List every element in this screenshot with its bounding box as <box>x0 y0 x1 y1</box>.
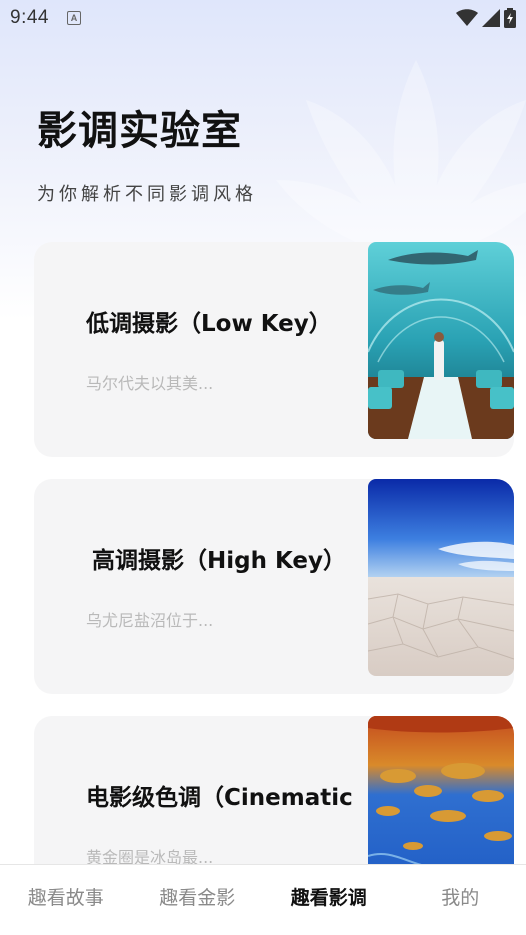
card-low-key[interactable]: 低调摄影（Low Key） 马尔代夫以其美... <box>34 242 514 457</box>
battery-charging-icon <box>504 8 516 28</box>
card-description: 马尔代夫以其美... <box>86 374 214 393</box>
underwater-restaurant-image <box>368 242 514 439</box>
page-subtitle: 为你解析不同影调风格 <box>37 184 257 205</box>
nav-tab-mine[interactable]: 我的 <box>395 883 526 910</box>
page-title: 影调实验室 <box>37 108 242 154</box>
wifi-icon <box>456 9 478 26</box>
status-bar: 9:44 A <box>0 0 526 36</box>
card-high-key[interactable]: 高调摄影（High Key） 乌尤尼盐沼位于... <box>34 479 514 694</box>
card-description: 乌尤尼盐沼位于... <box>86 611 214 630</box>
notification-a-icon: A <box>66 11 81 25</box>
status-time: 9:44 <box>10 7 49 28</box>
signal-icon <box>482 9 500 27</box>
salt-flat-image <box>368 479 514 676</box>
nav-tab-golden-shadow[interactable]: 趣看金影 <box>132 883 264 910</box>
nav-tab-tone[interactable]: 趣看影调 <box>263 883 395 910</box>
card-title: 高调摄影（High Key） <box>92 548 346 574</box>
card-title: 低调摄影（Low Key） <box>86 311 332 337</box>
card-title: 电影级色调（Cinematic <box>86 785 353 811</box>
status-icons <box>456 8 516 28</box>
bottom-navigation: 趣看故事 趣看金影 趣看影调 我的 <box>0 864 526 935</box>
nav-tab-stories[interactable]: 趣看故事 <box>0 883 132 910</box>
